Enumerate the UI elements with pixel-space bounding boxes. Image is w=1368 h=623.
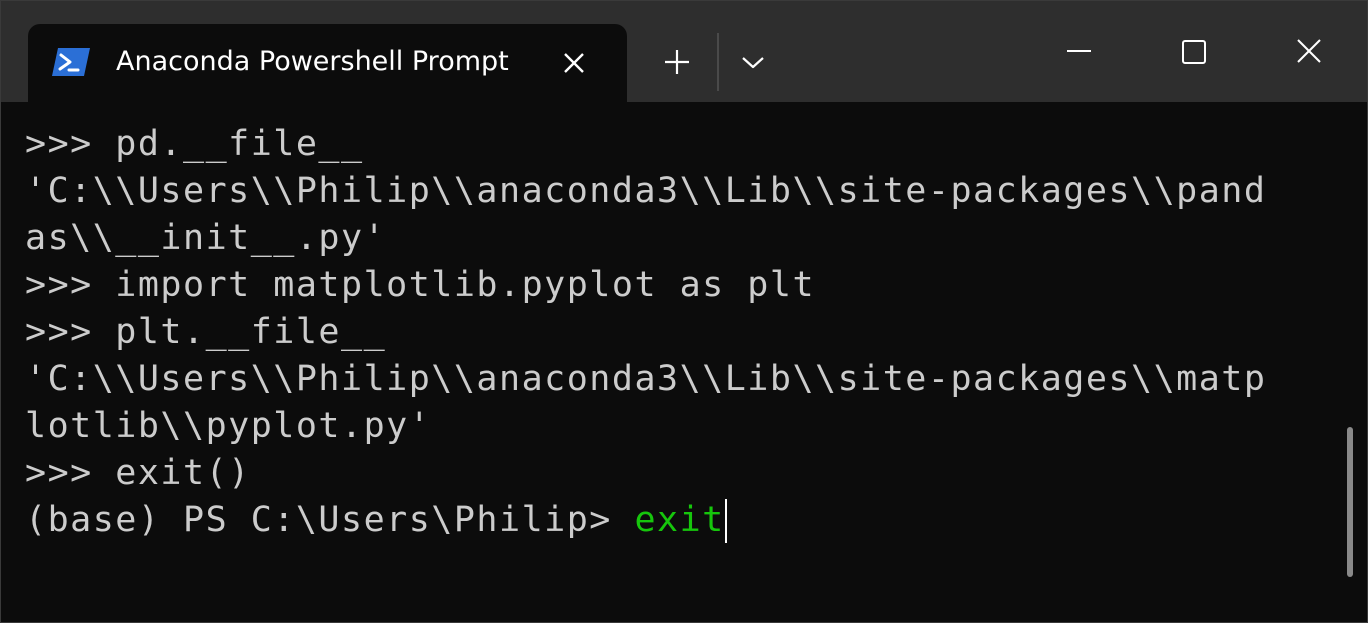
titlebar-divider [717, 33, 719, 91]
chevron-down-icon[interactable] [729, 41, 777, 83]
title-bar[interactable]: Anaconda Powershell Prompt [1, 1, 1367, 102]
text-cursor [724, 499, 727, 543]
terminal-line: >>> exit() [25, 453, 251, 493]
close-tab-icon[interactable] [557, 46, 591, 80]
terminal-line: lotlib\\pyplot.py' [25, 406, 432, 446]
shell-prompt: (base) PS C:\Users\Philip> [25, 500, 635, 540]
terminal-window: Anaconda Powershell Prompt >>> pd.__file… [0, 0, 1368, 623]
tab-anaconda-powershell[interactable]: Anaconda Powershell Prompt [28, 24, 627, 102]
terminal-line: >>> pd.__file__ [25, 124, 364, 164]
terminal-line: >>> import matplotlib.pyplot as plt [25, 265, 816, 305]
minimize-icon[interactable] [1049, 31, 1109, 75]
terminal-line: >>> plt.__file__ [25, 312, 387, 352]
scrollbar-thumb[interactable] [1347, 427, 1353, 577]
terminal-line: as\\__init__.py' [25, 218, 387, 258]
terminal-output[interactable]: >>> pd.__file__ 'C:\\Users\\Philip\\anac… [25, 121, 1335, 601]
close-icon[interactable] [1279, 31, 1339, 75]
maximize-icon[interactable] [1164, 31, 1224, 75]
plus-icon[interactable] [651, 41, 703, 83]
prompt-line[interactable]: (base) PS C:\Users\Philip> exit [25, 497, 1335, 544]
tab-title: Anaconda Powershell Prompt [116, 46, 509, 77]
terminal-line: 'C:\\Users\\Philip\\anaconda3\\Lib\\site… [25, 359, 1267, 399]
terminal-line: 'C:\\Users\\Philip\\anaconda3\\Lib\\site… [25, 171, 1267, 211]
command-input[interactable]: exit [634, 500, 724, 540]
powershell-icon [52, 48, 90, 76]
